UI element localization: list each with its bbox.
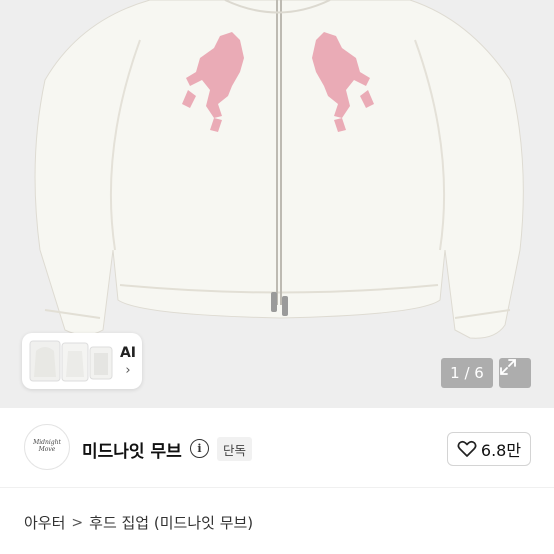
breadcrumb-item-hoodie-zipup[interactable]: 후드 집업 (미드나잇 무브) bbox=[89, 512, 253, 533]
ai-label: AI bbox=[119, 344, 136, 361]
expand-button[interactable] bbox=[499, 358, 531, 388]
like-count: 6.8만 bbox=[480, 441, 522, 460]
image-page-counter: 1 / 6 bbox=[441, 358, 493, 388]
shop-name[interactable]: 미드나잇 무브 bbox=[82, 437, 182, 462]
chevron-right-icon: > bbox=[71, 514, 84, 531]
breadcrumb-item-outer[interactable]: 아우터 bbox=[24, 512, 65, 533]
heart-icon bbox=[457, 440, 477, 457]
exclusive-badge: 단독 bbox=[217, 437, 253, 461]
info-icon[interactable]: i bbox=[190, 439, 209, 458]
chevron-right-icon: › bbox=[125, 362, 131, 378]
ai-similar-card[interactable]: AI › bbox=[22, 333, 142, 389]
ai-thumbnail bbox=[28, 337, 116, 385]
product-image[interactable]: AI › 1 / 6 bbox=[0, 0, 554, 408]
shop-avatar[interactable]: Midnight Move bbox=[24, 424, 70, 470]
breadcrumb: 아우터 > 후드 집업 (미드나잇 무브) bbox=[24, 512, 253, 533]
expand-icon bbox=[500, 359, 516, 375]
shop-logo: Midnight Move bbox=[33, 439, 61, 453]
like-button[interactable]: 6.8만 bbox=[447, 432, 531, 466]
